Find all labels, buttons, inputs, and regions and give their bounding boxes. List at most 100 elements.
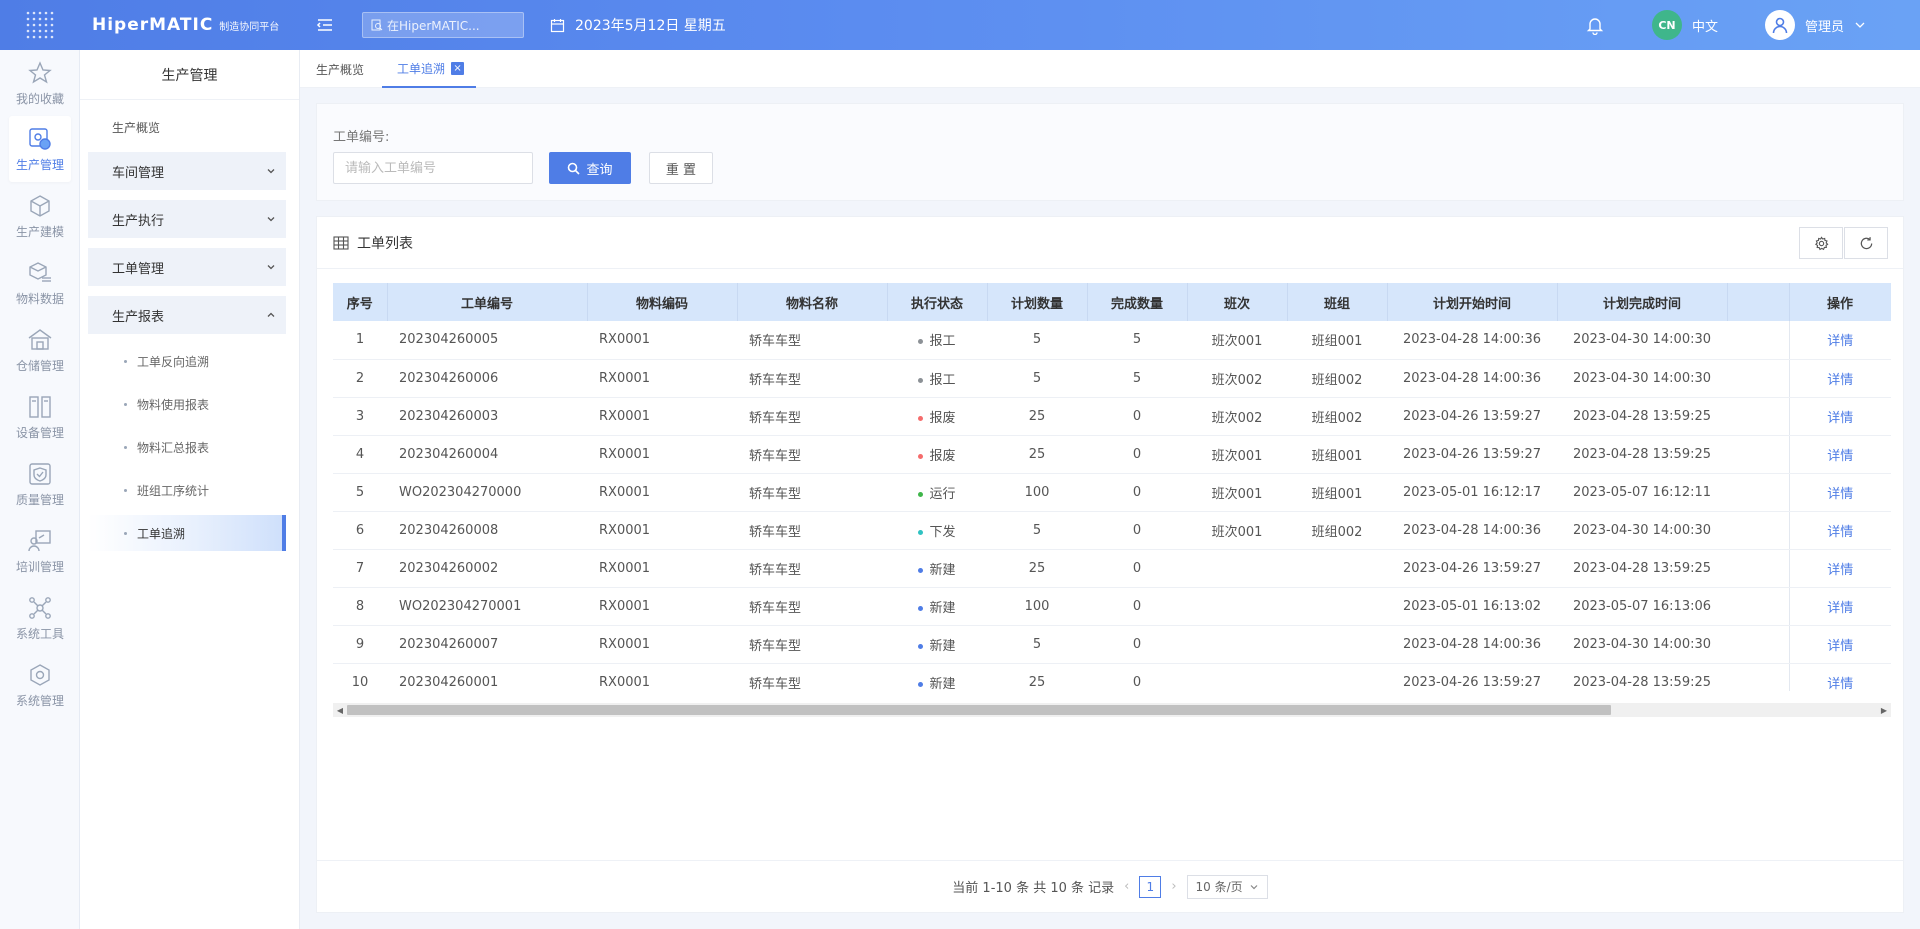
- detail-link[interactable]: 详情: [1827, 601, 1853, 616]
- column-header[interactable]: 序号: [333, 283, 388, 321]
- cell-workorder-no: 202304260008: [387, 511, 587, 550]
- cell-status: 报废: [887, 435, 987, 474]
- global-search-input[interactable]: 在HiperMATIC...: [362, 12, 524, 38]
- page-number[interactable]: 1: [1139, 875, 1162, 898]
- sub-menu-group-reports[interactable]: 生产报表: [88, 296, 286, 334]
- rail-item-warehouse[interactable]: 仓储管理: [9, 317, 71, 383]
- workorder-no-input[interactable]: [333, 152, 533, 184]
- column-header[interactable]: 班组: [1287, 283, 1388, 321]
- cell-material-code: RX0001: [587, 321, 737, 360]
- query-button[interactable]: 查询: [549, 152, 631, 184]
- page-size-select[interactable]: 10 条/页: [1186, 874, 1268, 899]
- rail-item-quality[interactable]: 质量管理: [9, 451, 71, 517]
- detail-link[interactable]: 详情: [1827, 639, 1853, 654]
- detail-link[interactable]: 详情: [1827, 411, 1853, 426]
- sub-menu-item-workorder-trace[interactable]: 工单追溯: [88, 515, 286, 551]
- sub-menu-group-workorder[interactable]: 工单管理: [88, 248, 286, 286]
- detail-link[interactable]: 详情: [1827, 449, 1853, 464]
- rail-item-equipment[interactable]: 设备管理: [9, 384, 71, 450]
- refresh-button[interactable]: [1844, 227, 1888, 259]
- column-header[interactable]: 完成数量: [1087, 283, 1188, 321]
- cell-status: 新建: [887, 549, 987, 588]
- rail-item-label: 仓储管理: [15, 358, 64, 373]
- sub-menu-item-reverse-trace[interactable]: 工单反向追溯: [88, 343, 286, 379]
- cell-shift: 班次002: [1187, 397, 1287, 436]
- cell-status: 报工: [887, 359, 987, 398]
- cell-material-code: RX0001: [587, 511, 737, 550]
- rail-item-label: 设备管理: [15, 425, 64, 440]
- sub-menu-item-material-usage[interactable]: 物料使用报表: [88, 386, 286, 422]
- rail-item-modeling[interactable]: 生产建模: [9, 183, 71, 249]
- cell-actions: 详情: [1788, 587, 1891, 626]
- rail-item-system-admin[interactable]: 系统管理: [9, 652, 71, 718]
- cell-done-qty: 0: [1087, 397, 1187, 436]
- column-header[interactable]: 计划完成时间: [1557, 283, 1728, 321]
- scroll-right-icon[interactable]: ▶: [1877, 703, 1891, 717]
- column-header[interactable]: 物料编码: [587, 283, 738, 321]
- rail-item-label: 培训管理: [15, 559, 64, 574]
- column-header[interactable]: 计划开始时间: [1387, 283, 1558, 321]
- workorder-no-label: 工单编号:: [333, 130, 390, 145]
- sub-menu-group-label: 工单管理: [112, 261, 165, 277]
- cell-spacer: [1727, 359, 1789, 398]
- table-row: 1 202304260005 RX0001 轿车车型 报工 5 5 班次001 班组001 202…: [333, 321, 1891, 360]
- cell-material-name: 轿车车型: [737, 473, 887, 512]
- language-switch[interactable]: CN 中文: [1652, 10, 1718, 40]
- brand-subtitle: 制造协同平台: [219, 21, 280, 33]
- menu-toggle-icon[interactable]: [316, 16, 334, 34]
- column-settings-button[interactable]: [1799, 227, 1843, 259]
- brand-name: HiperMATIC: [92, 15, 214, 35]
- cell-actions: 详情: [1788, 473, 1891, 512]
- detail-link[interactable]: 详情: [1827, 373, 1853, 388]
- cell-plan-end: 2023-04-30 14:00:30: [1557, 359, 1727, 398]
- rail-item-training[interactable]: 培训管理: [9, 518, 71, 584]
- reset-button[interactable]: 重 置: [649, 152, 713, 184]
- rail-item-label: 生产管理: [15, 157, 64, 172]
- status-dot-icon: [918, 377, 924, 383]
- close-icon[interactable]: ×: [451, 61, 465, 75]
- detail-link[interactable]: 详情: [1827, 677, 1853, 692]
- user-menu[interactable]: 管理员: [1765, 8, 1866, 42]
- cell-material-name: 轿车车型: [737, 321, 887, 360]
- sub-menu-group-execution[interactable]: 生产执行: [88, 200, 286, 238]
- sub-menu-item-material-summary[interactable]: 物料汇总报表: [88, 429, 286, 465]
- rail-item-system-tools[interactable]: 系统工具: [9, 585, 71, 651]
- app-grid-icon[interactable]: [0, 0, 80, 50]
- bullet-icon: [124, 531, 127, 535]
- rail-item-production[interactable]: 生产管理: [9, 116, 71, 182]
- cell-material-name: 轿车车型: [737, 397, 887, 436]
- sub-menu-overview[interactable]: 生产概览: [112, 119, 160, 136]
- sub-menu-group-workshop[interactable]: 车间管理: [88, 152, 286, 190]
- detail-link[interactable]: 详情: [1827, 525, 1853, 540]
- detail-link[interactable]: 详情: [1827, 563, 1853, 578]
- next-page-icon[interactable]: ›: [1171, 879, 1176, 894]
- bell-icon[interactable]: [1586, 15, 1604, 36]
- column-header[interactable]: 班次: [1187, 283, 1288, 321]
- sub-menu-item-team-process[interactable]: 班组工序统计: [88, 472, 286, 508]
- rail-item-favorites[interactable]: 我的收藏: [9, 50, 71, 116]
- prev-page-icon[interactable]: ‹: [1124, 879, 1129, 894]
- cell-material-name: 轿车车型: [737, 511, 887, 550]
- cell-material-code: RX0001: [587, 473, 737, 512]
- cell-index: 4: [333, 435, 387, 474]
- cell-team: 班组001: [1287, 321, 1387, 360]
- detail-link[interactable]: 详情: [1827, 334, 1853, 349]
- scrollbar-thumb[interactable]: [347, 705, 1611, 715]
- tab-overview[interactable]: 生产概览: [316, 50, 364, 88]
- column-header[interactable]: 计划数量: [987, 283, 1088, 321]
- column-header[interactable]: 工单编号: [387, 283, 588, 321]
- rail-item-material[interactable]: 物料数据: [9, 250, 71, 316]
- column-header[interactable]: 物料名称: [737, 283, 888, 321]
- detail-link[interactable]: 详情: [1827, 487, 1853, 502]
- tab-workorder-trace[interactable]: 工单追溯 ×: [382, 50, 476, 88]
- cell-material-code: RX0001: [587, 435, 737, 474]
- cell-done-qty: 0: [1087, 663, 1187, 691]
- cell-plan-end: 2023-04-30 14:00:30: [1557, 625, 1727, 664]
- pagination: 当前 1-10 条 共 10 条 记录 ‹ 1 › 10 条/页: [317, 860, 1903, 912]
- cell-material-code: RX0001: [587, 359, 737, 398]
- column-header[interactable]: 执行状态: [887, 283, 988, 321]
- bullet-icon: [124, 488, 127, 492]
- scroll-left-icon[interactable]: ◀: [333, 703, 347, 717]
- horizontal-scrollbar[interactable]: ◀ ▶: [333, 703, 1891, 717]
- cell-index: 6: [333, 511, 387, 550]
